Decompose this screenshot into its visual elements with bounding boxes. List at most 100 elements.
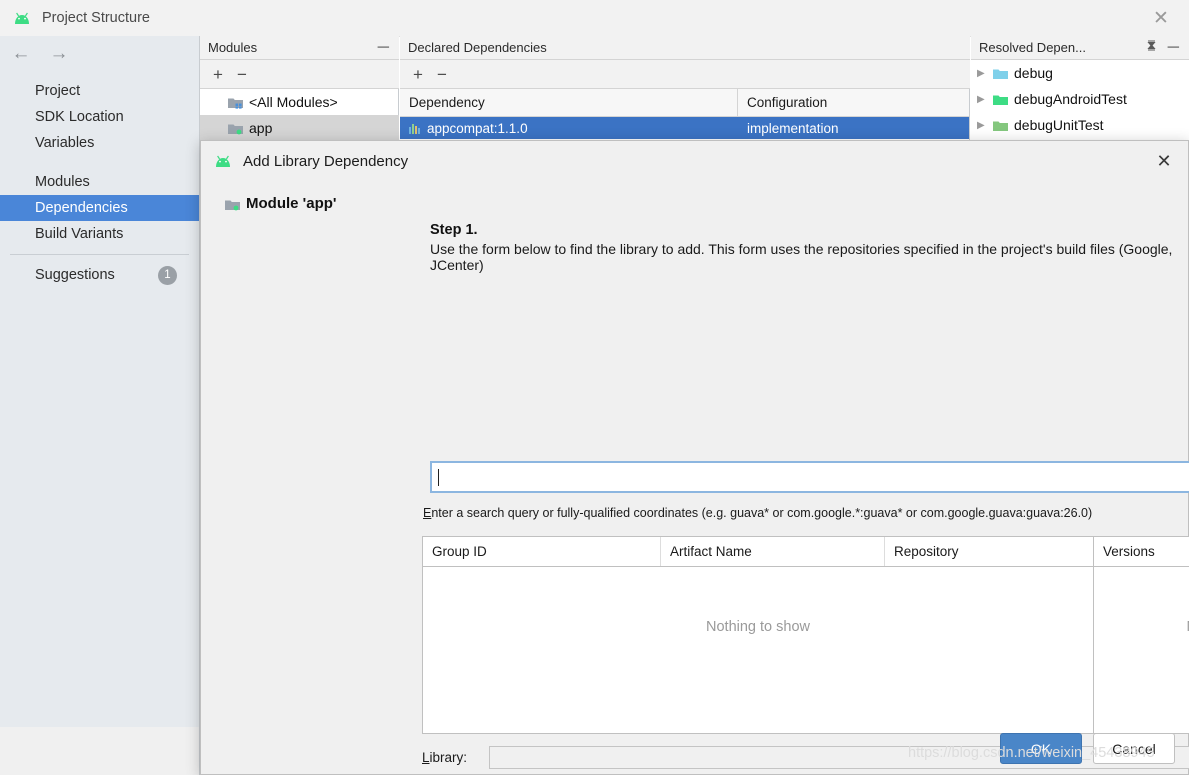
- chevron-right-icon[interactable]: ▶: [977, 120, 993, 131]
- declared-toolbar: + −: [400, 60, 970, 89]
- sidebar-item-suggestions[interactable]: Suggestions 1: [0, 262, 199, 288]
- android-icon: [12, 12, 32, 25]
- dialog-close-icon[interactable]: ✕: [1140, 141, 1188, 182]
- folder-icon: [993, 93, 1008, 105]
- dependency-name: appcompat:1.1.0: [427, 120, 528, 136]
- declared-panel-header: Declared Dependencies: [400, 36, 970, 60]
- column-artifact-name[interactable]: Artifact Name: [661, 537, 885, 566]
- library-label: Library:: [422, 750, 480, 765]
- modules-row-label: <All Modules>: [249, 94, 338, 110]
- modules-row-app[interactable]: app: [200, 115, 399, 141]
- remove-module-icon[interactable]: −: [237, 66, 247, 83]
- sidebar-footer: [0, 727, 200, 775]
- step1-title: Step 1.: [430, 222, 478, 238]
- library-icon: [409, 123, 421, 134]
- expand-all-icon[interactable]: [1145, 39, 1158, 57]
- add-dependency-icon[interactable]: +: [413, 66, 423, 83]
- modules-list: <All Modules> app: [200, 89, 399, 141]
- search-row: Search: [430, 461, 1189, 493]
- column-versions[interactable]: Versions: [1094, 537, 1189, 566]
- window-title: Project Structure: [42, 10, 150, 26]
- sidebar-item-label: Modules: [35, 174, 90, 190]
- tree-item-label: debugAndroidTest: [1014, 91, 1127, 107]
- chevron-right-icon[interactable]: ▶: [977, 94, 993, 105]
- table-row[interactable]: appcompat:1.1.0 implementation: [400, 117, 969, 139]
- search-results-area: Group ID Artifact Name Repository Nothin…: [422, 536, 1189, 734]
- results-column-header: Group ID Artifact Name Repository: [423, 537, 1093, 567]
- modules-panel-actions: ─: [378, 39, 399, 57]
- library-label-rest: ibrary:: [429, 750, 468, 765]
- column-dependency[interactable]: Dependency: [400, 89, 738, 116]
- dialog-buttons: OK Cancel: [1000, 733, 1175, 764]
- modules-panel-header: Modules ─: [200, 36, 399, 60]
- sidebar-items: Project SDK Location Variables Modules D…: [0, 78, 199, 288]
- declared-panel-title: Declared Dependencies: [408, 40, 547, 55]
- search-hint-rest: nter a search query or fully-qualified c…: [431, 506, 1093, 520]
- modules-panel-title: Modules: [208, 40, 258, 55]
- results-empty-message: Nothing to show: [706, 619, 810, 635]
- folder-module-icon: [228, 122, 243, 135]
- window-close-icon[interactable]: ✕: [1133, 0, 1189, 36]
- nav-forward-icon[interactable]: →: [48, 44, 70, 63]
- library-label-mnemonic: L: [422, 750, 430, 765]
- tree-item-debug-android-test[interactable]: ▶ debugAndroidTest: [971, 86, 1189, 112]
- sidebar-item-variables[interactable]: Variables: [0, 130, 199, 156]
- sidebar-item-project[interactable]: Project: [0, 78, 199, 104]
- cancel-button[interactable]: Cancel: [1093, 733, 1175, 764]
- resolved-panel-title: Resolved Depen...: [979, 40, 1086, 55]
- chevron-right-icon[interactable]: ▶: [977, 68, 993, 79]
- folder-icon: [993, 119, 1008, 131]
- versions-empty-message: Nothing to show: [1094, 619, 1189, 635]
- window-titlebar: Project Structure ✕: [0, 0, 1189, 37]
- search-results-table: Group ID Artifact Name Repository Nothin…: [423, 537, 1094, 733]
- modules-row-label: app: [249, 120, 273, 136]
- collapse-icon[interactable]: ─: [378, 39, 389, 57]
- ok-button[interactable]: OK: [1000, 733, 1082, 764]
- folder-icon: [993, 67, 1008, 79]
- column-configuration[interactable]: Configuration: [738, 89, 969, 116]
- remove-dependency-icon[interactable]: −: [437, 66, 447, 83]
- sidebar-item-label: SDK Location: [35, 109, 124, 125]
- tree-item-debug-unit-test[interactable]: ▶ debugUnitTest: [971, 112, 1189, 138]
- tree-item-label: debug: [1014, 65, 1053, 81]
- search-hint: Enter a search query or fully-qualified …: [423, 506, 1092, 520]
- add-library-dependency-dialog: Add Library Dependency ✕ Module 'app' St…: [200, 140, 1189, 775]
- sidebar-item-build-variants[interactable]: Build Variants: [0, 221, 199, 247]
- sidebar-item-dependencies[interactable]: Dependencies: [0, 195, 199, 221]
- tree-item-label: debugUnitTest: [1014, 117, 1104, 133]
- step1-description: Use the form below to find the library t…: [430, 241, 1173, 273]
- add-module-icon[interactable]: +: [213, 66, 223, 83]
- search-input[interactable]: [430, 461, 1189, 493]
- screen-root: Project Structure ✕ ← → Project SDK Loca…: [0, 0, 1189, 775]
- settings-sidebar: ← → Project SDK Location Variables Modul…: [0, 36, 200, 727]
- sidebar-nav-buttons: ← →: [0, 36, 199, 70]
- dialog-body: Module 'app' Step 1. Use the form below …: [201, 182, 1189, 774]
- modules-toolbar: + −: [200, 60, 399, 89]
- folder-modules-icon: [228, 96, 243, 109]
- versions-column-header: Versions: [1094, 537, 1189, 567]
- sidebar-item-label: Build Variants: [35, 226, 124, 242]
- sidebar-item-sdk-location[interactable]: SDK Location: [0, 104, 199, 130]
- tree-item-debug[interactable]: ▶ debug: [971, 60, 1189, 86]
- nav-back-icon[interactable]: ←: [10, 44, 32, 63]
- resolved-panel-header: Resolved Depen... ─: [971, 36, 1189, 60]
- collapse-icon[interactable]: ─: [1168, 39, 1179, 57]
- resolved-panel-actions: ─: [1145, 39, 1189, 57]
- declared-column-header: Dependency Configuration: [400, 89, 969, 117]
- android-icon: [213, 155, 233, 168]
- sidebar-item-label: Variables: [35, 135, 95, 151]
- text-caret: [438, 468, 439, 486]
- sidebar-divider: [10, 254, 189, 255]
- versions-table: Versions Nothing to show: [1094, 537, 1189, 733]
- resolved-tree: ▶ debug ▶ debugAndroidTest ▶ debugUnitTe…: [971, 60, 1189, 138]
- dialog-titlebar: Add Library Dependency ✕: [201, 141, 1188, 182]
- dialog-title: Add Library Dependency: [243, 153, 409, 170]
- sidebar-item-label: Project: [35, 83, 81, 99]
- column-group-id[interactable]: Group ID: [423, 537, 661, 566]
- sidebar-item-label: Dependencies: [35, 200, 128, 216]
- dependency-configuration: implementation: [747, 120, 839, 136]
- sidebar-item-label: Suggestions: [35, 267, 115, 283]
- sidebar-item-modules[interactable]: Modules: [0, 169, 199, 195]
- modules-row-all[interactable]: <All Modules>: [200, 89, 399, 115]
- column-repository[interactable]: Repository: [885, 537, 1093, 566]
